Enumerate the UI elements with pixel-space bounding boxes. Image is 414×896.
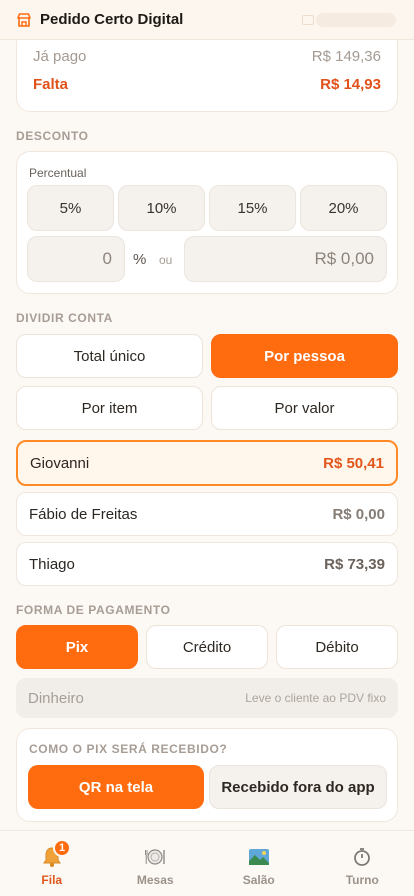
discount-section-label: DESCONTO xyxy=(16,129,89,143)
discount-20-button[interactable]: 20% xyxy=(300,185,387,231)
person-amount: R$ 73,39 xyxy=(324,555,385,573)
pix-receive-card: COMO O PIX SERÁ RECEBIDO? QR na tela Rec… xyxy=(16,728,398,822)
salon-icon xyxy=(248,849,269,865)
percent-caption: Percentual xyxy=(29,166,87,180)
pay-debit-button[interactable]: Débito xyxy=(276,625,398,669)
paid-row: Já pago R$ 149,36 xyxy=(33,48,381,65)
nav-label: Fila xyxy=(41,873,63,887)
person-row-giovanni[interactable]: Giovanni R$ 50,41 xyxy=(16,440,398,486)
cash-label: Dinheiro xyxy=(28,689,84,707)
pix-external-button[interactable]: Recebido fora do app xyxy=(209,765,387,809)
notification-badge: 1 xyxy=(53,839,71,857)
nav-item-mesas[interactable]: Mesas xyxy=(104,831,208,896)
discount-amount-input[interactable]: R$ 0,00 xyxy=(184,236,387,282)
cash-option-disabled: Dinheiro Leve o cliente ao PDV fixo xyxy=(16,678,398,718)
app-header: Pedido Certo Digital xyxy=(0,0,414,40)
discount-percent-input[interactable]: 0 xyxy=(27,236,125,282)
discount-10-button[interactable]: 10% xyxy=(118,185,205,231)
split-per-value-button[interactable]: Por valor xyxy=(211,386,398,430)
split-per-person-button[interactable]: Por pessoa xyxy=(211,334,398,378)
discount-15-button[interactable]: 15% xyxy=(209,185,296,231)
nav-item-turno[interactable]: Turno xyxy=(311,831,414,896)
faded-icon xyxy=(302,15,314,25)
remaining-value: R$ 14,93 xyxy=(320,76,381,93)
discount-card: Percentual 5% 10% 15% 20% 0 % ou R$ 0,00 xyxy=(16,151,398,294)
person-name: Giovanni xyxy=(30,454,90,472)
pay-credit-button[interactable]: Crédito xyxy=(146,625,268,669)
bottom-nav: 1 Fila Mesas Salão Turno xyxy=(0,830,414,896)
person-row-fabio[interactable]: Fábio de Freitas R$ 0,00 xyxy=(16,492,398,536)
app-title: Pedido Certo Digital xyxy=(40,11,184,28)
nav-label: Mesas xyxy=(136,873,174,887)
nav-item-salao[interactable]: Salão xyxy=(207,831,311,896)
person-name: Thiago xyxy=(29,555,75,573)
faded-header-element xyxy=(316,13,396,27)
pix-receive-title: COMO O PIX SERÁ RECEBIDO? xyxy=(29,742,228,756)
cash-hint: Leve o cliente ao PDV fixo xyxy=(245,691,386,705)
split-per-item-button[interactable]: Por item xyxy=(16,386,203,430)
nav-label: Salão xyxy=(242,873,275,887)
remaining-row: Falta R$ 14,93 xyxy=(33,76,381,93)
percent-sign: % xyxy=(133,251,147,268)
discount-5-button[interactable]: 5% xyxy=(27,185,114,231)
nav-label: Turno xyxy=(345,873,379,887)
remaining-label: Falta xyxy=(33,76,69,93)
person-name: Fábio de Freitas xyxy=(29,505,138,523)
person-row-thiago[interactable]: Thiago R$ 73,39 xyxy=(16,542,398,586)
timer-icon xyxy=(354,848,371,866)
split-section-label: DIVIDIR CONTA xyxy=(16,311,113,325)
pix-qr-button[interactable]: QR na tela xyxy=(28,765,204,809)
plate-icon xyxy=(145,849,165,865)
person-amount: R$ 50,41 xyxy=(323,454,384,472)
or-label: ou xyxy=(159,253,173,267)
split-total-button[interactable]: Total único xyxy=(16,334,203,378)
payment-summary-card: Já pago R$ 149,36 Falta R$ 14,93 xyxy=(16,30,398,112)
person-amount: R$ 0,00 xyxy=(332,505,385,523)
payment-section-label: FORMA DE PAGAMENTO xyxy=(16,603,171,617)
pay-pix-button[interactable]: Pix xyxy=(16,625,138,669)
nav-item-fila[interactable]: 1 Fila xyxy=(0,831,104,896)
paid-label: Já pago xyxy=(33,48,87,65)
store-icon xyxy=(17,12,31,27)
paid-value: R$ 149,36 xyxy=(311,48,381,65)
